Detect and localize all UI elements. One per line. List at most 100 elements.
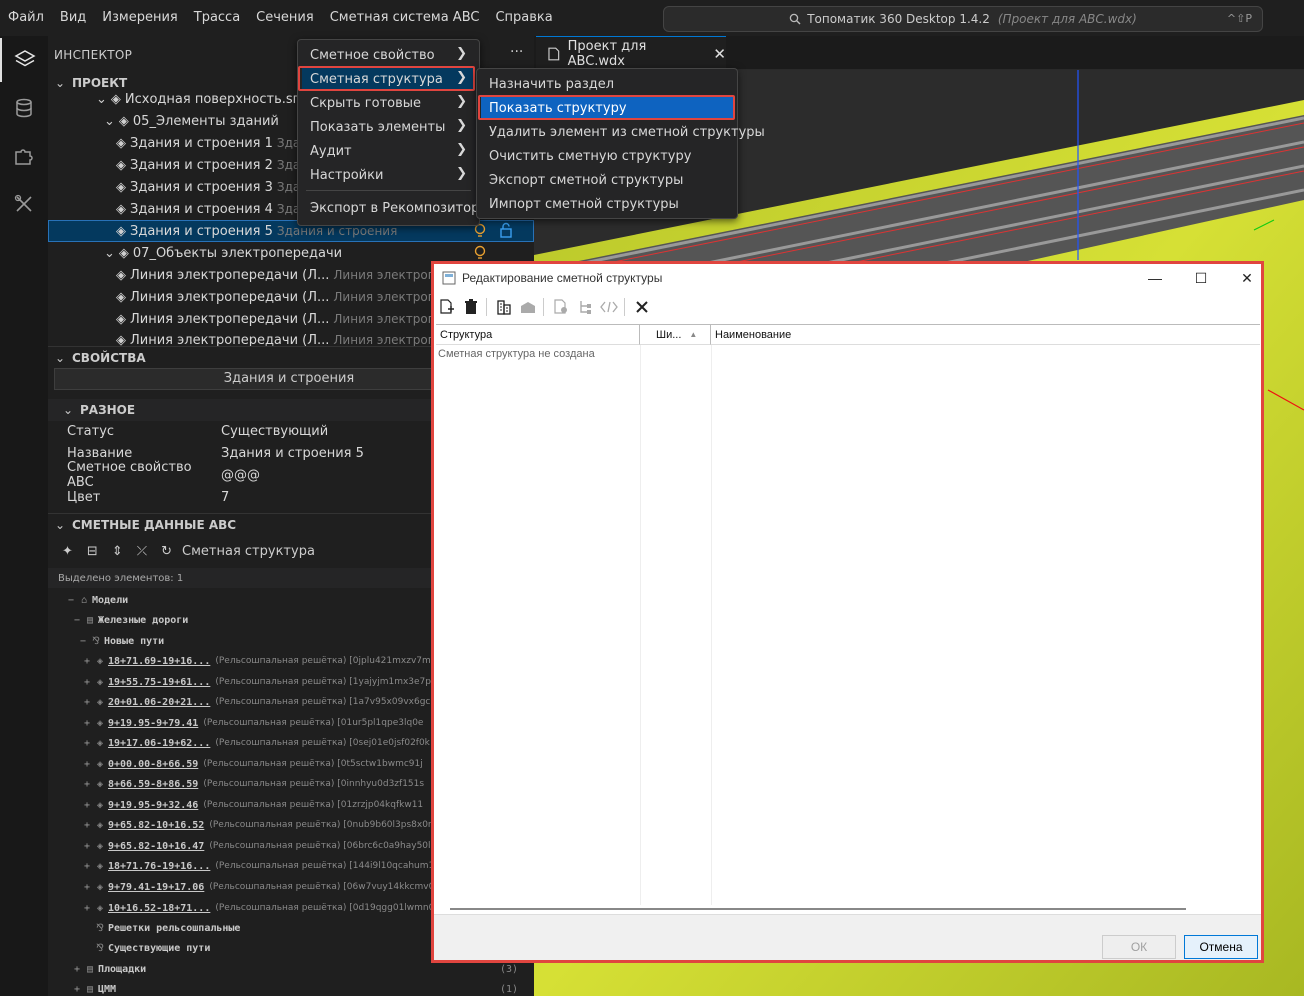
more-icon[interactable]: ··· <box>510 44 523 60</box>
layer-icon: ◈ <box>96 860 104 872</box>
structure-grid[interactable]: Структура Ши... ▲ Наименование Сметная ст… <box>436 324 1260 905</box>
menu-item-hide-ready[interactable]: Скрыть готовые ❯ <box>302 92 475 114</box>
expand-icon[interactable]: + <box>82 738 92 749</box>
expand-icon[interactable]: ⇕ <box>112 544 123 559</box>
track-desc: (Рельсошпальная решётка) [0sej01e0jsf02f… <box>215 738 430 748</box>
chevron-right-icon: ❯ <box>456 118 467 133</box>
close-button[interactable]: ✕ <box>1232 267 1262 289</box>
minimize-button[interactable]: — <box>1140 267 1170 289</box>
column-header-structure[interactable]: Структура <box>436 325 640 345</box>
menu-item-show-elements[interactable]: Показать элементы ❯ <box>302 116 475 138</box>
property-value[interactable]: Здания и строения 5 <box>221 446 364 461</box>
menu-measurements[interactable]: Измерения <box>94 0 185 36</box>
property-value[interactable]: Существующий <box>221 424 328 439</box>
refresh-icon[interactable]: ↻ <box>161 544 172 559</box>
trash-icon[interactable] <box>460 296 482 318</box>
expand-icon[interactable]: + <box>82 656 92 667</box>
column-header-name[interactable]: Наименование <box>711 325 1260 345</box>
expand-icon[interactable]: + <box>82 882 92 893</box>
layer-icon: ◈ <box>96 676 104 688</box>
horizontal-scrollbar[interactable] <box>450 908 1186 910</box>
sort-asc-icon: ▲ <box>689 330 698 339</box>
tree-node-dtm[interactable]: + ▤ ЦММ (1) <box>48 979 534 996</box>
menu-item-audit[interactable]: Аудит ❯ <box>302 140 475 162</box>
puzzle-icon[interactable] <box>0 134 48 178</box>
chevron-down-icon: ⌄ <box>54 517 66 532</box>
track-station: 0+00.00-8+66.59 <box>108 758 199 770</box>
collapse-icon[interactable]: − <box>72 615 82 626</box>
activity-bar <box>0 36 48 996</box>
section-title: РАЗНОЕ <box>80 403 136 417</box>
menu-item-estimate-property[interactable]: Сметное свойство ❯ <box>302 44 475 66</box>
menu-help[interactable]: Справка <box>487 0 560 36</box>
expand-icon[interactable]: + <box>82 677 92 688</box>
track-desc: (Рельсошпальная решётка) [01zrzjp04kqfkw… <box>203 800 424 810</box>
collapse-icon[interactable]: − <box>66 595 76 606</box>
property-value[interactable]: @@@ <box>221 468 260 483</box>
menu-item-export-recomposer[interactable]: Экспорт в Рекомпозитор <box>302 197 479 219</box>
collapse-icon[interactable]: ⤫ <box>137 544 147 559</box>
expand-icon[interactable]: + <box>82 718 92 729</box>
database-icon[interactable] <box>0 86 48 130</box>
expand-icon[interactable]: + <box>82 841 92 852</box>
track-desc: (Рельсошпальная решётка) [1a7v95x09vx6gc… <box>215 697 442 707</box>
lock-icon[interactable] <box>499 222 513 238</box>
tab-project[interactable]: Проект для ABC.wdx ✕ <box>536 36 726 70</box>
doc-settings-icon <box>550 296 572 318</box>
column-header-code[interactable]: Ши... ▲ <box>640 325 711 345</box>
expand-icon[interactable]: + <box>72 984 82 995</box>
building-icon[interactable] <box>493 296 515 318</box>
expand-icon[interactable]: + <box>82 779 92 790</box>
track-desc: (Рельсошпальная решётка) [0t5sctw1bwmc91… <box>203 759 423 769</box>
expand-icon[interactable]: + <box>82 861 92 872</box>
add-doc-icon[interactable] <box>436 296 458 318</box>
dialog-titlebar[interactable]: Редактирование сметной структуры — ☐ ✕ <box>434 264 1261 292</box>
sparkle-icon[interactable]: ✦ <box>62 544 73 559</box>
chevron-down-icon: ⌄ <box>96 91 107 107</box>
menu-item-remove-element[interactable]: Удалить элемент из сметной структуры <box>481 121 765 143</box>
track-desc: (Рельсошпальная решётка) [06brc6c0a9hay5… <box>209 841 431 851</box>
menu-item-export-structure[interactable]: Экспорт сметной структуры <box>481 169 733 191</box>
tools-icon[interactable] <box>0 182 48 226</box>
tree-item-label: Здания и строения 1 <box>130 135 273 151</box>
ok-button[interactable]: ОК <box>1102 935 1176 959</box>
maximize-button[interactable]: ☐ <box>1186 267 1216 289</box>
layers-icon[interactable] <box>0 38 48 82</box>
file-icon <box>548 47 560 60</box>
menu-route[interactable]: Трасса <box>186 0 248 36</box>
bulb-icon[interactable] <box>473 245 487 261</box>
menu-divider <box>306 190 471 191</box>
property-value[interactable]: 7 <box>221 490 229 505</box>
menu-item-settings[interactable]: Настройки ❯ <box>302 164 475 186</box>
cancel-button[interactable]: Отмена <box>1184 935 1258 959</box>
menu-abc[interactable]: Сметная система ABC <box>322 0 488 36</box>
track-desc: (Рельсошпальная решётка) [1yajyjm1mx3e7p… <box>215 677 443 687</box>
estimate-structure-label[interactable]: Сметная структура <box>182 544 315 559</box>
menu-item-assign-section[interactable]: Назначить раздел <box>481 73 733 95</box>
layer-icon: ◈ <box>116 157 126 173</box>
menu-item-import-structure[interactable]: Импорт сметной структуры <box>481 193 733 215</box>
expand-icon[interactable]: + <box>82 903 92 914</box>
property-key: Цвет <box>67 489 101 505</box>
menu-view[interactable]: Вид <box>52 0 94 36</box>
hierarchy-icon: ⅋ <box>92 635 100 647</box>
expand-icon[interactable]: + <box>82 759 92 770</box>
tree-item-label: Здания и строения 4 <box>130 201 273 217</box>
menu-item-clear-structure[interactable]: Очистить сметную структуру <box>481 145 733 167</box>
layer-icon: ◈ <box>116 135 126 151</box>
close-icon[interactable]: ✕ <box>713 45 726 63</box>
command-search[interactable]: Топоматик 360 Desktop 1.4.2 (Проект для … <box>663 6 1263 32</box>
menu-sections[interactable]: Сечения <box>248 0 322 36</box>
expand-icon[interactable]: + <box>72 964 82 975</box>
expand-icon[interactable]: + <box>82 697 92 708</box>
dialog-title: Редактирование сметной структуры <box>462 271 663 285</box>
expand-icon[interactable]: + <box>82 820 92 831</box>
expand-icon[interactable]: + <box>82 800 92 811</box>
filter-icon[interactable]: ⊟ <box>87 544 98 559</box>
layer-icon: ◈ <box>116 179 126 195</box>
chevron-right-icon: ❯ <box>456 166 467 181</box>
cancel-icon[interactable] <box>631 296 653 318</box>
menu-file[interactable]: Файл <box>0 0 52 36</box>
collapse-icon[interactable]: − <box>78 636 88 647</box>
layer-icon: ◈ <box>96 717 104 729</box>
